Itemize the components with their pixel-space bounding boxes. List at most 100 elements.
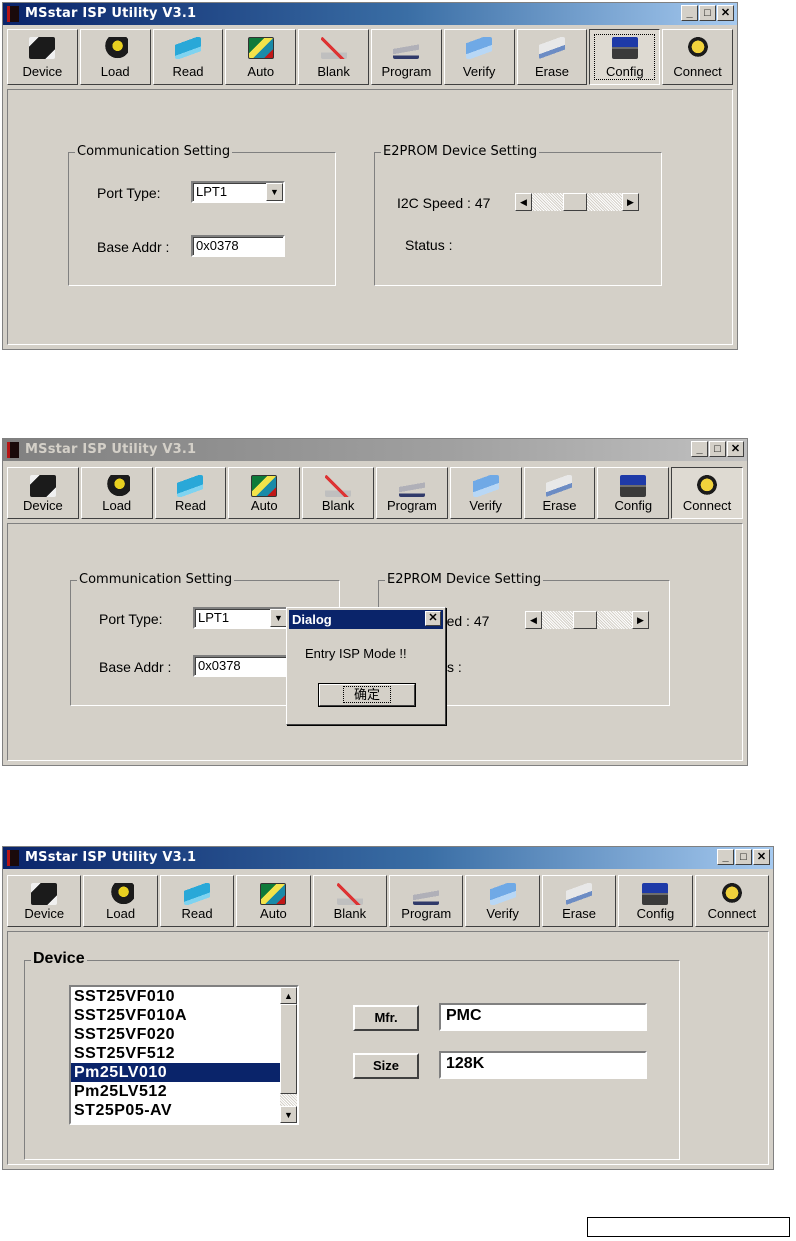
minimize-button[interactable]: _ xyxy=(717,849,734,865)
config-button[interactable]: Config xyxy=(589,29,661,85)
device-button[interactable]: Device xyxy=(7,875,82,927)
connect-button[interactable]: Connect xyxy=(694,875,770,927)
size-field[interactable]: 128K xyxy=(439,1051,647,1079)
read-button[interactable]: Read xyxy=(159,875,235,927)
scroll-left-icon[interactable]: ◀ xyxy=(525,611,542,629)
slider-thumb[interactable] xyxy=(573,611,597,629)
port-type-select[interactable]: LPT1 ▼ xyxy=(193,607,289,629)
i2c-speed-slider[interactable]: ◀ ▶ xyxy=(525,611,649,629)
read-book-icon xyxy=(177,475,204,497)
verify-button[interactable]: Verify xyxy=(443,29,515,85)
maximize-button[interactable]: □ xyxy=(709,441,726,457)
close-button[interactable]: ✕ xyxy=(753,849,770,865)
entry-isp-dialog: Dialog ✕ Entry ISP Mode !! 确定 xyxy=(286,607,446,725)
ok-button[interactable]: 确定 xyxy=(318,683,416,707)
connect-phone-icon xyxy=(718,883,745,905)
auto-button[interactable]: Auto xyxy=(228,467,301,519)
device-list-scrollbar[interactable]: ▲ ▼ xyxy=(280,987,297,1123)
connect-button[interactable]: Connect xyxy=(662,29,733,85)
list-item[interactable]: SST25VF010A xyxy=(71,1006,297,1025)
load-button[interactable]: Load xyxy=(80,467,153,519)
connect-window: MSstar ISP Utility V3.1 _ □ ✕ Device Load … xyxy=(2,438,748,766)
window-title: MSstar ISP Utility V3.1 xyxy=(25,442,197,457)
program-button[interactable]: Program xyxy=(375,467,448,519)
list-item[interactable]: Pm25LV512 xyxy=(71,1082,297,1101)
program-button[interactable]: Program xyxy=(370,29,442,85)
window-title: MSstar ISP Utility V3.1 xyxy=(25,850,197,865)
config-button[interactable]: Config xyxy=(597,467,670,519)
config-button[interactable]: Config xyxy=(618,875,693,927)
device-button[interactable]: Device xyxy=(7,467,79,519)
close-button[interactable]: ✕ xyxy=(717,5,734,21)
load-chip-icon xyxy=(103,475,130,497)
status-label: Status : xyxy=(405,237,453,253)
maximize-button[interactable]: □ xyxy=(699,5,716,21)
load-button[interactable]: Load xyxy=(83,875,158,927)
erase-icon xyxy=(566,883,593,905)
list-item[interactable]: SST25VF010 xyxy=(71,987,297,1006)
base-addr-label: Base Addr : xyxy=(97,239,170,255)
read-button[interactable]: Read xyxy=(152,29,224,85)
minimize-button[interactable]: _ xyxy=(691,441,708,457)
erase-icon xyxy=(538,37,565,59)
mfr-button[interactable]: Mfr. xyxy=(353,1005,419,1031)
erase-button[interactable]: Erase xyxy=(516,29,588,85)
scroll-left-icon[interactable]: ◀ xyxy=(515,193,532,211)
list-item[interactable]: SST25VF020 xyxy=(71,1025,297,1044)
erase-button[interactable]: Erase xyxy=(541,875,617,927)
size-button[interactable]: Size xyxy=(353,1053,419,1079)
dialog-message: Entry ISP Mode !! xyxy=(305,646,407,661)
verify-icon xyxy=(489,883,516,905)
base-addr-field[interactable]: 0x0378 xyxy=(191,235,285,257)
title-bar[interactable]: MSstar ISP Utility V3.1 _ □ ✕ xyxy=(3,3,737,25)
list-item[interactable]: SST25VF512 xyxy=(71,1044,297,1063)
mfr-field[interactable]: PMC xyxy=(439,1003,647,1031)
auto-button[interactable]: Auto xyxy=(236,875,311,927)
list-item-selected[interactable]: Pm25LV010 xyxy=(71,1063,297,1082)
program-button[interactable]: Program xyxy=(389,875,464,927)
minimize-button[interactable]: _ xyxy=(681,5,698,21)
i2c-speed-slider[interactable]: ◀ ▶ xyxy=(515,193,639,211)
blank-button[interactable]: Blank xyxy=(312,875,388,927)
device-chip-icon xyxy=(29,37,56,59)
scroll-up-icon[interactable]: ▲ xyxy=(280,987,297,1004)
device-list[interactable]: SST25VF010 SST25VF010A SST25VF020 SST25V… xyxy=(69,985,299,1125)
load-chip-icon xyxy=(107,883,134,905)
verify-button[interactable]: Verify xyxy=(449,467,522,519)
maximize-button[interactable]: □ xyxy=(735,849,752,865)
chevron-down-icon[interactable]: ▼ xyxy=(270,609,287,627)
dialog-title: Dialog xyxy=(292,612,332,627)
device-button[interactable]: Device xyxy=(7,29,78,85)
auto-button[interactable]: Auto xyxy=(225,29,297,85)
dialog-title-bar[interactable]: Dialog ✕ xyxy=(289,610,443,629)
scroll-thumb[interactable] xyxy=(280,1004,297,1094)
list-item[interactable]: ST25P05-AV xyxy=(71,1101,297,1120)
connect-button[interactable]: Connect xyxy=(671,467,743,519)
config-panel: Communication Setting Port Type: LPT1 ▼ … xyxy=(7,89,733,345)
port-type-select[interactable]: LPT1 ▼ xyxy=(191,181,285,203)
load-chip-icon xyxy=(102,37,129,59)
blank-button[interactable]: Blank xyxy=(298,29,369,85)
scroll-down-icon[interactable]: ▼ xyxy=(280,1106,297,1123)
scroll-right-icon[interactable]: ▶ xyxy=(632,611,649,629)
load-button[interactable]: Load xyxy=(79,29,151,85)
close-button[interactable]: ✕ xyxy=(727,441,744,457)
base-addr-field[interactable]: 0x0378 xyxy=(193,655,289,677)
device-window: MSstar ISP Utility V3.1 _ □ ✕ Device Load … xyxy=(2,846,774,1170)
verify-icon xyxy=(472,475,499,497)
scroll-right-icon[interactable]: ▶ xyxy=(622,193,639,211)
device-chip-icon xyxy=(31,883,58,905)
erase-button[interactable]: Erase xyxy=(523,467,596,519)
slider-thumb[interactable] xyxy=(563,193,587,211)
communication-setting-group: Communication Setting Port Type: LPT1 ▼ … xyxy=(68,144,336,286)
footer-frame xyxy=(587,1217,790,1237)
verify-button[interactable]: Verify xyxy=(465,875,540,927)
port-type-label: Port Type: xyxy=(99,611,163,627)
blank-button[interactable]: Blank xyxy=(302,467,374,519)
title-bar[interactable]: MSstar ISP Utility V3.1 _ □ ✕ xyxy=(3,439,747,461)
read-button[interactable]: Read xyxy=(154,467,227,519)
chevron-down-icon[interactable]: ▼ xyxy=(266,183,283,201)
dialog-close-button[interactable]: ✕ xyxy=(425,611,441,626)
title-bar[interactable]: MSstar ISP Utility V3.1 _ □ ✕ xyxy=(3,847,773,869)
app-icon xyxy=(7,850,19,866)
